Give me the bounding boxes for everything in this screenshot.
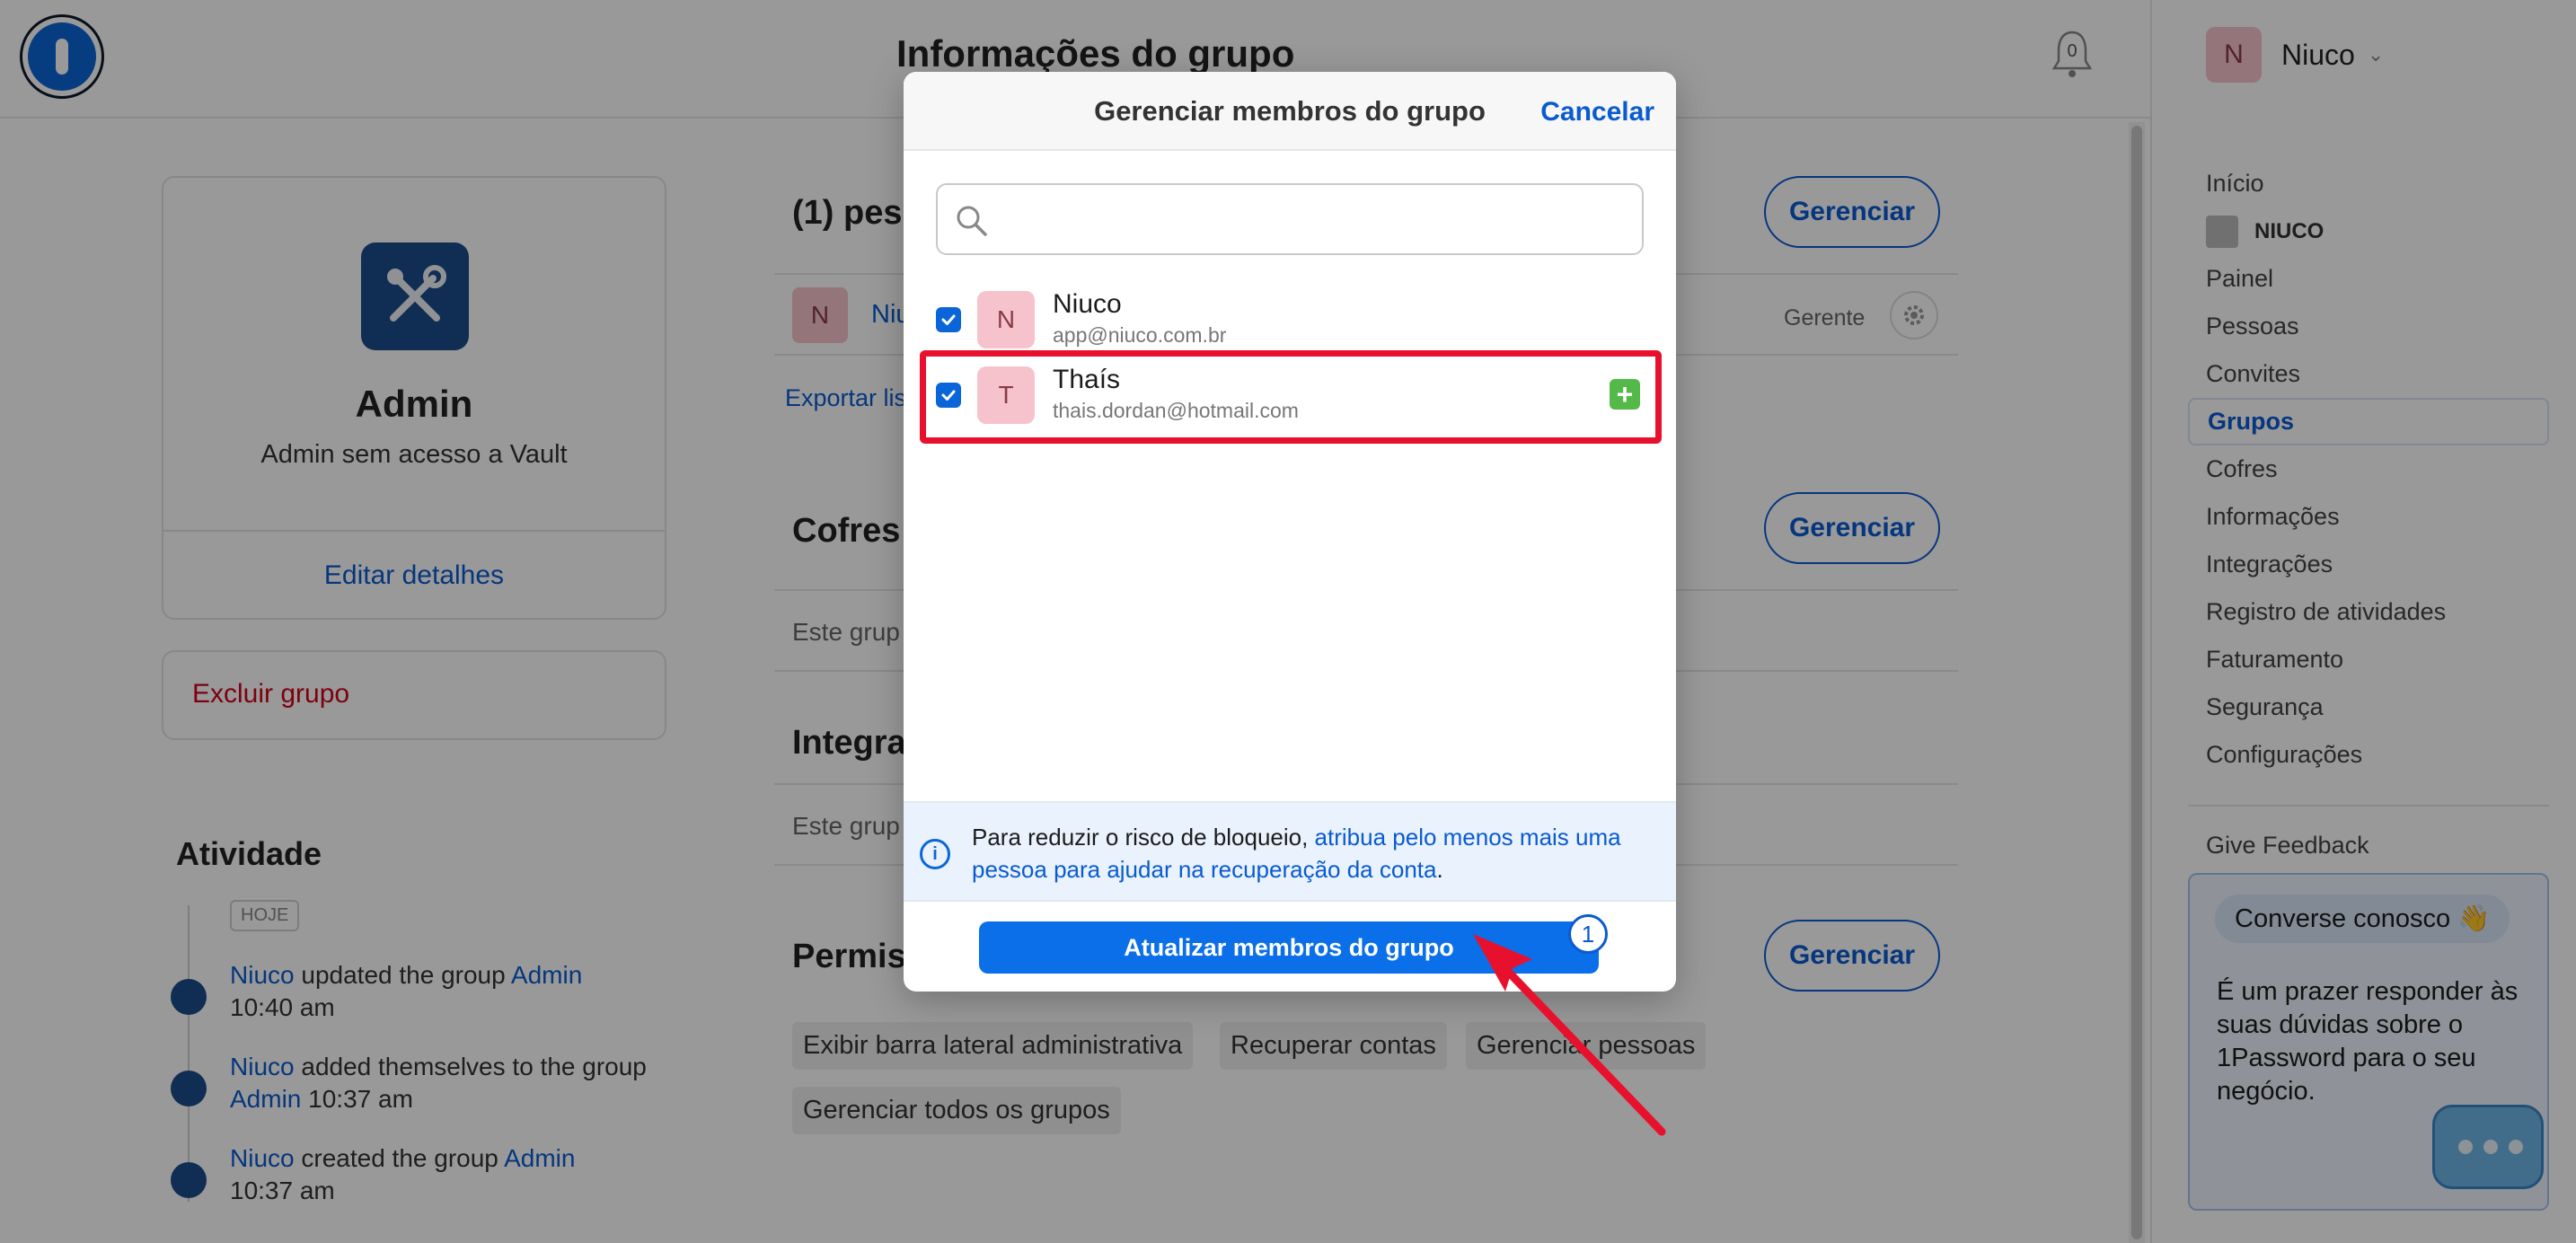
recovery-info-banner: i Para reduzir o risco de bloqueio, atri… — [904, 801, 1676, 902]
search-field[interactable] — [936, 183, 1644, 255]
info-icon: i — [920, 839, 950, 869]
manage-members-modal: Gerenciar membros do grupo Cancelar N Ni… — [904, 72, 1676, 992]
member-avatar: N — [977, 291, 1035, 348]
info-text-end: . — [1436, 856, 1443, 883]
member-name: Niuco — [1053, 289, 1122, 319]
search-input[interactable] — [1002, 194, 1631, 246]
annotation-highlight-box — [920, 350, 1662, 444]
info-text-start: Para reduzir o risco de bloqueio, — [972, 824, 1315, 851]
step-number-badge: 1 — [1568, 914, 1608, 954]
member-checkbox[interactable] — [936, 307, 961, 332]
modal-header: Gerenciar membros do grupo Cancelar — [904, 72, 1676, 151]
info-text: Para reduzir o risco de bloqueio, atribu… — [972, 821, 1654, 886]
member-email: app@niuco.com.br — [1053, 323, 1227, 347]
search-icon — [957, 206, 987, 236]
cancel-button[interactable]: Cancelar — [1540, 97, 1654, 128]
update-members-button[interactable]: Atualizar membros do grupo — [979, 921, 1599, 974]
